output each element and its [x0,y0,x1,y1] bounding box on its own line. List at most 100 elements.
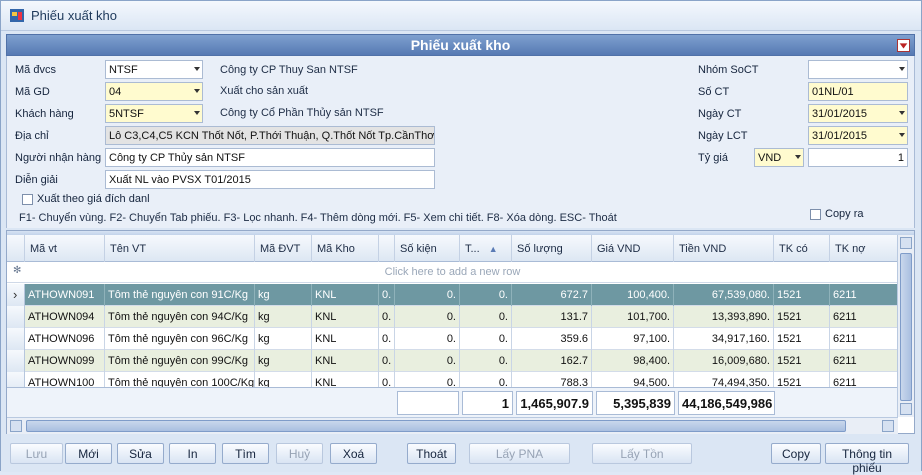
table-row[interactable]: ATHOWN091Tôm thẻ nguyên con 91C/KgkgKNL0… [7,284,898,306]
row-indicator[interactable] [7,328,25,350]
cell-ma-vt[interactable]: ATHOWN099 [25,350,105,372]
cell-gia[interactable]: 97,100. [592,328,674,350]
col-ma-vt[interactable]: Mã vt [25,235,105,262]
chevron-down-icon[interactable] [194,67,200,71]
nguoi-nhan-input[interactable]: Công ty CP Thủy sản NTSF [105,148,435,167]
vertical-scroll-thumb[interactable] [900,253,912,401]
chevron-down-icon[interactable] [194,89,200,93]
cell-kho[interactable]: KNL [312,350,379,372]
scroll-left-icon[interactable] [10,420,22,432]
cell-so-luong[interactable]: 131.7 [512,306,592,328]
cell-gia[interactable]: 100,400. [592,284,674,306]
cell-t[interactable]: 0. [460,328,512,350]
cell-so-kien[interactable]: 0. [395,306,460,328]
cell-ten-vt[interactable]: Tôm thẻ nguyên con 94C/Kg [105,306,255,328]
cell-dvt[interactable]: kg [255,284,312,306]
cell-ten-vt[interactable]: Tôm thẻ nguyên con 96C/Kg [105,328,255,350]
cell-kho[interactable]: KNL [312,284,379,306]
cell-tien[interactable]: 34,917,160. [674,328,774,350]
get-stock-button[interactable]: Lấy Tồn [592,443,692,464]
cell-gia[interactable]: 98,400. [592,350,674,372]
ma-dvcs-input[interactable]: NTSF [105,60,203,79]
ty-gia-input[interactable]: 1 [808,148,908,167]
cell-tk-co[interactable]: 1521 [774,284,830,306]
edit-button[interactable]: Sửa [117,443,164,464]
ngay-ct-input[interactable]: 31/01/2015 [808,104,908,123]
col-hidden[interactable] [379,235,395,262]
so-ct-input[interactable]: 01NL/01 [808,82,908,101]
col-tien-vnd[interactable]: Tiền VND [674,235,774,262]
voucher-info-button[interactable]: Thông tin phiếu [825,443,909,475]
cell-so-luong[interactable]: 162.7 [512,350,592,372]
cell-tk-co[interactable]: 1521 [774,350,830,372]
table-row[interactable]: ATHOWN094 Tôm thẻ nguyên con 94C/Kg kg KNL 0… [7,306,898,328]
row-indicator[interactable] [7,306,25,328]
cell-c5[interactable]: 0. [379,328,395,350]
vertical-scrollbar[interactable] [897,235,914,417]
dien-giai-input[interactable]: Xuất NL vào PVSX T01/2015 [105,170,435,189]
col-tk-co[interactable]: TK có [774,235,830,262]
horizontal-scroll-thumb[interactable] [26,420,846,432]
col-so-luong[interactable]: Số lượng [512,235,592,262]
col-ten-vt[interactable]: Tên VT [105,235,255,262]
ngay-lct-input[interactable]: 31/01/2015 [808,126,908,145]
cell-t[interactable]: 0. [460,284,512,306]
chevron-down-icon[interactable] [194,111,200,115]
cell-ten-vt[interactable]: Tôm thẻ nguyên con 99C/Kg [105,350,255,372]
cell-tien[interactable]: 13,393,890. [674,306,774,328]
exit-button[interactable]: Thoát [407,443,456,464]
col-so-kien[interactable]: Số kiện [395,235,460,262]
scroll-up-icon[interactable] [900,237,912,249]
horizontal-scrollbar[interactable] [7,417,898,434]
cell-dvt[interactable]: kg [255,328,312,350]
currency-select[interactable]: VND [754,148,804,167]
cell-kho[interactable]: KNL [312,328,379,350]
collapse-icon[interactable] [897,39,910,52]
table-row[interactable]: ATHOWN099 Tôm thẻ nguyên con 99C/Kg kg KNL 0… [7,350,898,372]
find-button[interactable]: Tìm [222,443,269,464]
cell-so-luong[interactable]: 359.6 [512,328,592,350]
nhom-soct-input[interactable] [808,60,908,79]
xuat-theo-gia-checkbox[interactable] [22,194,33,205]
cell-so-kien[interactable]: 0. [395,350,460,372]
cancel-button[interactable]: Huỷ [276,443,323,464]
delete-button[interactable]: Xoá [330,443,377,464]
save-button[interactable]: Lưu [10,443,63,464]
col-tk-no[interactable]: TK nợ [830,235,898,262]
col-ma-dvt[interactable]: Mã ĐVT [255,235,312,262]
copy-button[interactable]: Copy [771,443,821,464]
cell-tk-no[interactable]: 6211 [830,350,898,372]
get-pna-button[interactable]: Lấy PNA [469,443,570,464]
cell-c5[interactable]: 0. [379,284,395,306]
khach-hang-input[interactable]: 5NTSF [105,104,203,123]
table-row[interactable]: ATHOWN096 Tôm thẻ nguyên con 96C/Kg kg KNL 0… [7,328,898,350]
cell-tk-no[interactable]: 6211 [830,328,898,350]
scroll-right-icon[interactable] [882,420,894,432]
cell-tk-no[interactable]: 6211 [830,306,898,328]
cell-so-kien[interactable]: 0. [395,328,460,350]
cell-gia[interactable]: 101,700. [592,306,674,328]
cell-tk-co[interactable]: 1521 [774,328,830,350]
cell-dvt[interactable]: kg [255,306,312,328]
ma-gd-input[interactable]: 04 [105,82,203,101]
chevron-down-icon[interactable] [795,155,801,159]
cell-c5[interactable]: 0. [379,350,395,372]
col-gia-vnd[interactable]: Giá VND [592,235,674,262]
row-indicator[interactable] [7,284,25,306]
cell-tien[interactable]: 67,539,080. [674,284,774,306]
cell-ten-vt[interactable]: Tôm thẻ nguyên con 91C/Kg [105,284,255,306]
copy-ra-checkbox[interactable] [810,209,821,220]
cell-ma-vt[interactable]: ATHOWN096 [25,328,105,350]
cell-tien[interactable]: 16,009,680. [674,350,774,372]
chevron-down-icon[interactable] [899,67,905,71]
add-row[interactable]: ✻ Click here to add a new row [7,262,898,283]
cell-kho[interactable]: KNL [312,306,379,328]
cell-c5[interactable]: 0. [379,306,395,328]
dia-chi-input[interactable]: Lô C3,C4,C5 KCN Thốt Nốt, P.Thới Thuận, … [105,126,435,145]
print-button[interactable]: In [169,443,216,464]
chevron-down-icon[interactable] [899,133,905,137]
cell-ma-vt[interactable]: ATHOWN091 [25,284,105,306]
cell-tk-co[interactable]: 1521 [774,306,830,328]
row-indicator[interactable] [7,350,25,372]
col-ma-kho[interactable]: Mã Kho [312,235,379,262]
